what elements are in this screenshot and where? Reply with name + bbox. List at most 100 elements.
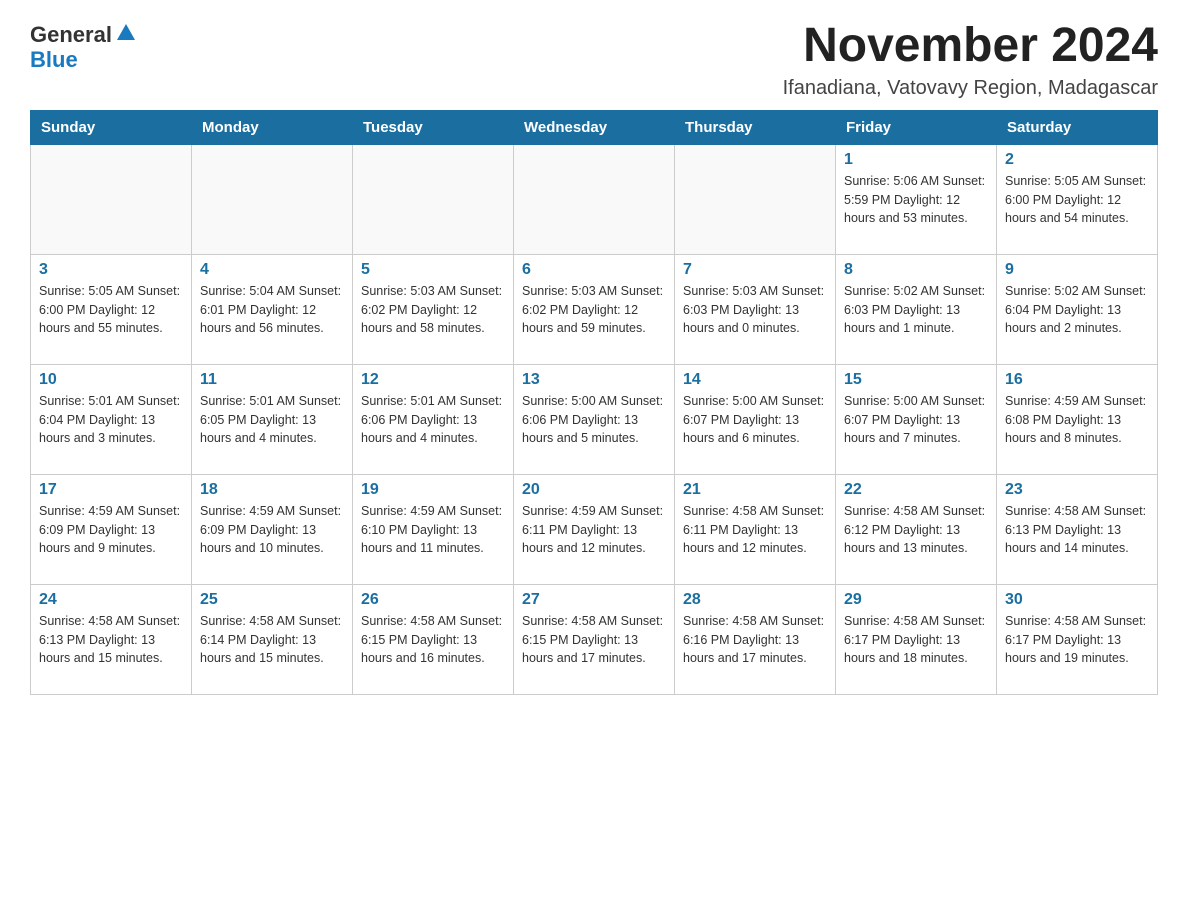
day-number: 25 xyxy=(200,591,344,609)
calendar-cell: 9 Sunrise: 5:02 AM Sunset: 6:04 PM Daylig… xyxy=(997,254,1158,364)
logo-general-text: General xyxy=(30,22,112,48)
week-row-2: 3 Sunrise: 5:05 AM Sunset: 6:00 PM Daylig… xyxy=(31,254,1158,364)
calendar-cell: 22Sunrise: 4:58 AM Sunset: 6:12 PM Dayli… xyxy=(836,474,997,584)
day-info: Sunrise: 5:00 AM Sunset: 6:07 PM Dayligh… xyxy=(844,392,988,448)
calendar-cell: 1 Sunrise: 5:06 AM Sunset: 5:59 PM Daylig… xyxy=(836,144,997,254)
calendar-cell: 7Sunrise: 5:03 AM Sunset: 6:03 PM Daylig… xyxy=(675,254,836,364)
day-info: Sunrise: 5:00 AM Sunset: 6:07 PM Dayligh… xyxy=(683,392,827,448)
day-number: 17 xyxy=(39,481,183,499)
day-info: Sunrise: 5:02 AM Sunset: 6:03 PM Dayligh… xyxy=(844,282,988,338)
day-number: 2 xyxy=(1005,151,1149,169)
location-subtitle: Ifanadiana, Vatovavy Region, Madagascar xyxy=(783,77,1158,100)
calendar-cell: 3 Sunrise: 5:05 AM Sunset: 6:00 PM Daylig… xyxy=(31,254,192,364)
day-info: Sunrise: 4:58 AM Sunset: 6:15 PM Dayligh… xyxy=(522,612,666,668)
day-info: Sunrise: 4:58 AM Sunset: 6:17 PM Dayligh… xyxy=(844,612,988,668)
day-info: Sunrise: 4:58 AM Sunset: 6:11 PM Dayligh… xyxy=(683,502,827,558)
day-number: 13 xyxy=(522,371,666,389)
calendar-cell: 13 Sunrise: 5:00 AM Sunset: 6:06 PM Dayli… xyxy=(514,364,675,474)
title-area: November 2024 Ifanadiana, Vatovavy Regio… xyxy=(783,20,1158,100)
header-monday: Monday xyxy=(192,110,353,144)
day-info: Sunrise: 5:05 AM Sunset: 6:00 PM Dayligh… xyxy=(39,282,183,338)
logo: General Blue xyxy=(30,20,137,71)
month-title: November 2024 xyxy=(783,20,1158,73)
day-number: 15 xyxy=(844,371,988,389)
calendar-cell: 17Sunrise: 4:59 AM Sunset: 6:09 PM Dayli… xyxy=(31,474,192,584)
logo-blue-text: Blue xyxy=(30,49,137,71)
day-info: Sunrise: 5:06 AM Sunset: 5:59 PM Dayligh… xyxy=(844,172,988,228)
calendar-cell: 27 Sunrise: 4:58 AM Sunset: 6:15 PM Dayli… xyxy=(514,584,675,694)
day-info: Sunrise: 4:59 AM Sunset: 6:08 PM Dayligh… xyxy=(1005,392,1149,448)
day-info: Sunrise: 5:00 AM Sunset: 6:06 PM Dayligh… xyxy=(522,392,666,448)
day-number: 1 xyxy=(844,151,988,169)
calendar-cell: 19 Sunrise: 4:59 AM Sunset: 6:10 PM Dayli… xyxy=(353,474,514,584)
day-number: 3 xyxy=(39,261,183,279)
calendar-cell xyxy=(353,144,514,254)
calendar-cell: 24Sunrise: 4:58 AM Sunset: 6:13 PM Dayli… xyxy=(31,584,192,694)
header-wednesday: Wednesday xyxy=(514,110,675,144)
calendar-cell: 21 Sunrise: 4:58 AM Sunset: 6:11 PM Dayli… xyxy=(675,474,836,584)
header-thursday: Thursday xyxy=(675,110,836,144)
week-row-4: 17 Sunrise: 4:59 AM Sunset: 6:09 PM Dayli… xyxy=(31,474,1158,584)
day-info: Sunrise: 4:58 AM Sunset: 6:17 PM Dayligh… xyxy=(1005,612,1149,668)
day-number: 26 xyxy=(361,591,505,609)
calendar-cell: 4 Sunrise: 5:04 AM Sunset: 6:01 PM Daylig… xyxy=(192,254,353,364)
day-info: Sunrise: 5:02 AM Sunset: 6:04 PM Dayligh… xyxy=(1005,282,1149,338)
day-number: 4 xyxy=(200,261,344,279)
day-number: 16 xyxy=(1005,371,1149,389)
day-number: 7 xyxy=(683,261,827,279)
header-friday: Friday xyxy=(836,110,997,144)
day-number: 23 xyxy=(1005,481,1149,499)
day-info: Sunrise: 5:04 AM Sunset: 6:01 PM Dayligh… xyxy=(200,282,344,338)
day-info: Sunrise: 4:59 AM Sunset: 6:10 PM Dayligh… xyxy=(361,502,505,558)
day-number: 8 xyxy=(844,261,988,279)
calendar-cell: 28Sunrise: 4:58 AM Sunset: 6:16 PM Dayli… xyxy=(675,584,836,694)
calendar-cell: 2Sunrise: 5:05 AM Sunset: 6:00 PM Daylig… xyxy=(997,144,1158,254)
day-number: 29 xyxy=(844,591,988,609)
calendar-cell: 15 Sunrise: 5:00 AM Sunset: 6:07 PM Dayli… xyxy=(836,364,997,474)
calendar-cell xyxy=(514,144,675,254)
calendar-cell: 5Sunrise: 5:03 AM Sunset: 6:02 PM Daylig… xyxy=(353,254,514,364)
day-number: 27 xyxy=(522,591,666,609)
day-info: Sunrise: 5:01 AM Sunset: 6:05 PM Dayligh… xyxy=(200,392,344,448)
header-sunday: Sunday xyxy=(31,110,192,144)
calendar-cell: 18Sunrise: 4:59 AM Sunset: 6:09 PM Dayli… xyxy=(192,474,353,584)
day-info: Sunrise: 4:58 AM Sunset: 6:14 PM Dayligh… xyxy=(200,612,344,668)
day-number: 12 xyxy=(361,371,505,389)
header-saturday: Saturday xyxy=(997,110,1158,144)
day-number: 24 xyxy=(39,591,183,609)
day-number: 20 xyxy=(522,481,666,499)
page-header: General Blue November 2024 Ifanadiana, V… xyxy=(30,20,1158,100)
day-info: Sunrise: 4:58 AM Sunset: 6:16 PM Dayligh… xyxy=(683,612,827,668)
day-number: 22 xyxy=(844,481,988,499)
calendar-cell xyxy=(192,144,353,254)
calendar-cell: 11 Sunrise: 5:01 AM Sunset: 6:05 PM Dayli… xyxy=(192,364,353,474)
calendar-cell: 25 Sunrise: 4:58 AM Sunset: 6:14 PM Dayli… xyxy=(192,584,353,694)
weekday-header-row: SundayMondayTuesdayWednesdayThursdayFrid… xyxy=(31,110,1158,144)
calendar-cell: 8 Sunrise: 5:02 AM Sunset: 6:03 PM Daylig… xyxy=(836,254,997,364)
day-number: 14 xyxy=(683,371,827,389)
calendar-cell: 14 Sunrise: 5:00 AM Sunset: 6:07 PM Dayli… xyxy=(675,364,836,474)
header-tuesday: Tuesday xyxy=(353,110,514,144)
day-info: Sunrise: 5:03 AM Sunset: 6:02 PM Dayligh… xyxy=(361,282,505,338)
day-info: Sunrise: 4:58 AM Sunset: 6:15 PM Dayligh… xyxy=(361,612,505,668)
day-info: Sunrise: 5:03 AM Sunset: 6:02 PM Dayligh… xyxy=(522,282,666,338)
calendar-cell: 16 Sunrise: 4:59 AM Sunset: 6:08 PM Dayli… xyxy=(997,364,1158,474)
calendar-table: SundayMondayTuesdayWednesdayThursdayFrid… xyxy=(30,110,1158,695)
day-number: 11 xyxy=(200,371,344,389)
day-info: Sunrise: 4:59 AM Sunset: 6:09 PM Dayligh… xyxy=(200,502,344,558)
calendar-cell: 12Sunrise: 5:01 AM Sunset: 6:06 PM Dayli… xyxy=(353,364,514,474)
calendar-cell: 30 Sunrise: 4:58 AM Sunset: 6:17 PM Dayli… xyxy=(997,584,1158,694)
day-number: 19 xyxy=(361,481,505,499)
calendar-cell xyxy=(31,144,192,254)
day-number: 9 xyxy=(1005,261,1149,279)
day-number: 6 xyxy=(522,261,666,279)
day-info: Sunrise: 5:01 AM Sunset: 6:04 PM Dayligh… xyxy=(39,392,183,448)
calendar-cell: 23Sunrise: 4:58 AM Sunset: 6:13 PM Dayli… xyxy=(997,474,1158,584)
week-row-5: 24Sunrise: 4:58 AM Sunset: 6:13 PM Dayli… xyxy=(31,584,1158,694)
day-number: 30 xyxy=(1005,591,1149,609)
day-info: Sunrise: 4:59 AM Sunset: 6:11 PM Dayligh… xyxy=(522,502,666,558)
day-number: 21 xyxy=(683,481,827,499)
calendar-cell: 6 Sunrise: 5:03 AM Sunset: 6:02 PM Daylig… xyxy=(514,254,675,364)
calendar-cell: 26 Sunrise: 4:58 AM Sunset: 6:15 PM Dayli… xyxy=(353,584,514,694)
calendar-cell: 20 Sunrise: 4:59 AM Sunset: 6:11 PM Dayli… xyxy=(514,474,675,584)
